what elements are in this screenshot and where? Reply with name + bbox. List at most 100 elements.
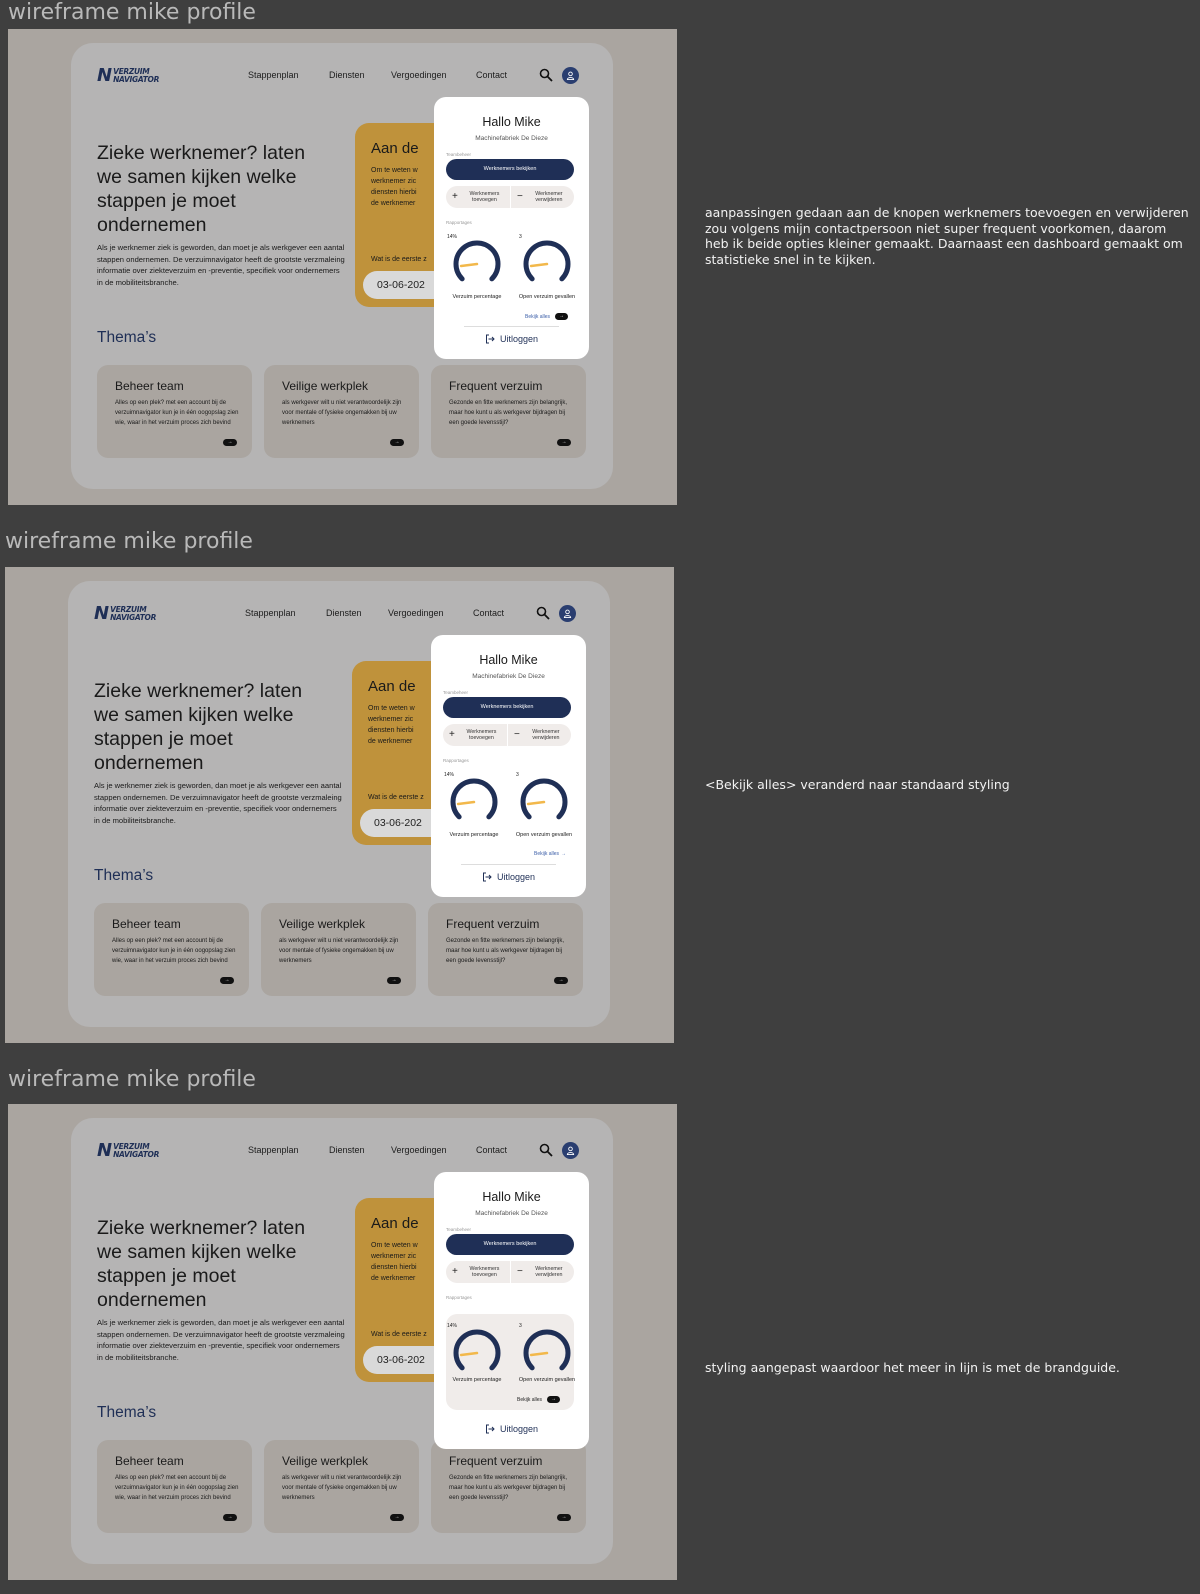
- view-employees-button[interactable]: Werknemers bekijken: [446, 1234, 574, 1255]
- logo[interactable]: N VERZUIM NAVIGATOR: [97, 67, 159, 85]
- theme-card-beheer-team[interactable]: Beheer team Alles op een plek? met een a…: [97, 1440, 252, 1533]
- logout-label: Uitloggen: [496, 872, 536, 882]
- logout-button[interactable]: Uitloggen: [434, 1424, 589, 1434]
- theme-card-beheer-team[interactable]: Beheer team Alles op een plek? met een a…: [94, 903, 249, 996]
- theme-card-frequent-verzuim[interactable]: Frequent verzuim Gezonde en fitte werkne…: [428, 903, 583, 996]
- nav-item-stappenplan[interactable]: Stappenplan: [248, 1145, 299, 1155]
- arrow-right-icon[interactable]: →: [220, 977, 234, 984]
- hero-title: Zieke werknemer? laten we samen kijken w…: [97, 142, 306, 236]
- theme-card-frequent-verzuim[interactable]: Frequent verzuim Gezonde en fitte werkne…: [431, 365, 586, 458]
- section-label-reports: Rapportages: [446, 220, 472, 225]
- nav-item-diensten[interactable]: Diensten: [326, 608, 362, 618]
- arrow-right-icon[interactable]: →: [557, 439, 571, 446]
- remove-employee-button[interactable]: − Werknemer verwijderen: [510, 186, 574, 208]
- search-icon[interactable]: [539, 1143, 553, 1157]
- view-employees-button[interactable]: Werknemers bekijken: [446, 159, 574, 180]
- gauge-label-open-cases: Open verzuim gevallen: [518, 1377, 576, 1383]
- logo[interactable]: N VERZUIM NAVIGATOR: [94, 605, 156, 623]
- arrow-right-icon[interactable]: →: [223, 439, 237, 446]
- nav-item-stappenplan[interactable]: Stappenplan: [245, 608, 296, 618]
- theme-card-title: Frequent verzuim: [446, 917, 540, 931]
- theme-card-veilige-werkplek[interactable]: Veilige werkplek als werkgever wilt u ni…: [264, 365, 419, 458]
- logout-button[interactable]: Uitloggen: [434, 334, 589, 344]
- user-icon: [566, 71, 575, 80]
- theme-card-title: Veilige werkplek: [282, 1454, 369, 1468]
- user-icon: [566, 1146, 575, 1155]
- theme-card-text: als werkgever wilt u niet verantwoordeli…: [279, 938, 399, 965]
- arrow-right-icon[interactable]: →: [390, 1514, 404, 1521]
- hero-text: Als je werknemer ziek is geworden, dan m…: [97, 1318, 345, 1362]
- gauge-needle: [459, 262, 479, 268]
- profile-popup: Hallo Mike Machinefabriek De Dieze Teamb…: [434, 1172, 589, 1449]
- theme-card-beheer-team[interactable]: Beheer team Alles op een plek? met een a…: [97, 365, 252, 458]
- website-mockup: N VERZUIM NAVIGATOR Stappenplan Diensten …: [68, 581, 610, 1027]
- remove-employee-button[interactable]: − Werknemer verwijderen: [510, 1261, 574, 1283]
- nav-item-contact[interactable]: Contact: [476, 1145, 507, 1155]
- user-avatar-button[interactable]: [559, 605, 576, 622]
- frame-title: wireframe mike profile: [8, 0, 256, 25]
- theme-card-text: Gezonde en fitte werknemers zijn belangr…: [449, 1475, 568, 1502]
- themes-title: Thema’s: [94, 867, 154, 884]
- arrow-right-icon[interactable]: →: [223, 1514, 237, 1521]
- hero-text: Als je werknemer ziek is geworden, dan m…: [97, 243, 345, 287]
- gauge-needle: [529, 1351, 549, 1357]
- gauge-needle: [526, 800, 546, 806]
- gauge-label-percentage: Verzuim percentage: [449, 832, 499, 838]
- popup-company: Machinefabriek De Dieze: [475, 1210, 548, 1217]
- theme-card-title: Frequent verzuim: [449, 379, 543, 393]
- nav-item-vergoedingen[interactable]: Vergoedingen: [391, 70, 447, 80]
- website-mockup: N VERZUIM NAVIGATOR Stappenplan Diensten …: [71, 43, 613, 489]
- theme-card-text: Gezonde en fitte werknemers zijn belangr…: [449, 400, 568, 427]
- gauge-arc: [523, 240, 571, 282]
- stats-dashboard: 14% Verzuim percentage 3 Open verzuim ge…: [446, 1314, 576, 1410]
- theme-card-veilige-werkplek[interactable]: Veilige werkplek als werkgever wilt u ni…: [261, 903, 416, 996]
- nav-item-contact[interactable]: Contact: [473, 608, 504, 618]
- section-label-team: Teambeheer: [446, 1227, 472, 1232]
- see-all-link[interactable]: Bekijk alles →: [517, 1396, 561, 1403]
- arrow-right-icon[interactable]: →: [387, 977, 401, 984]
- theme-card-text: Alles op een plek? met een account bij d…: [112, 938, 236, 965]
- user-avatar-button[interactable]: [562, 1142, 579, 1159]
- logout-icon: [485, 334, 495, 344]
- logo[interactable]: N VERZUIM NAVIGATOR: [97, 1142, 159, 1160]
- hero-title: Zieke werknemer? laten we samen kijken w…: [94, 680, 303, 774]
- add-employees-button[interactable]: + Werknemers toevoegen: [443, 724, 507, 746]
- open-cases-gauge: [523, 1329, 571, 1371]
- steps-card-title: Aan de: [371, 140, 419, 157]
- nav-item-vergoedingen[interactable]: Vergoedingen: [391, 1145, 447, 1155]
- user-avatar-button[interactable]: [562, 67, 579, 84]
- frame-title: wireframe mike profile: [5, 529, 253, 554]
- see-all-link[interactable]: Bekijk alles →: [525, 313, 569, 320]
- nav-item-contact[interactable]: Contact: [476, 70, 507, 80]
- nav-item-vergoedingen[interactable]: Vergoedingen: [388, 608, 444, 618]
- logo-line2: NAVIGATOR: [110, 613, 157, 622]
- search-icon[interactable]: [536, 606, 550, 620]
- nav-item-diensten[interactable]: Diensten: [329, 1145, 365, 1155]
- nav-item-stappenplan[interactable]: Stappenplan: [248, 70, 299, 80]
- theme-card-frequent-verzuim[interactable]: Frequent verzuim Gezonde en fitte werkne…: [431, 1440, 586, 1533]
- theme-card-title: Beheer team: [112, 917, 181, 931]
- theme-card-veilige-werkplek[interactable]: Veilige werkplek als werkgever wilt u ni…: [264, 1440, 419, 1533]
- remove-employee-button[interactable]: − Werknemer verwijderen: [507, 724, 571, 746]
- logo-n-icon: N: [97, 65, 113, 86]
- nav-item-diensten[interactable]: Diensten: [329, 70, 365, 80]
- open-cases-gauge: [523, 240, 571, 282]
- popup-greeting: Hallo Mike: [482, 115, 541, 129]
- add-employees-button[interactable]: + Werknemers toevoegen: [446, 1261, 510, 1283]
- themes-title: Thema’s: [97, 329, 157, 346]
- arrow-right-icon[interactable]: →: [554, 977, 568, 984]
- gauge-label-open-cases: Open verzuim gevallen: [518, 294, 576, 300]
- logout-button[interactable]: Uitloggen: [431, 872, 586, 882]
- search-icon[interactable]: [539, 68, 553, 82]
- section-label-reports: Rapportages: [446, 1295, 472, 1300]
- section-label-reports: Rapportages: [443, 758, 469, 763]
- see-all-link[interactable]: Bekijk alles →: [534, 851, 566, 857]
- arrow-right-icon[interactable]: →: [557, 1514, 571, 1521]
- arrow-right-icon[interactable]: →: [390, 439, 404, 446]
- gauge-needle: [529, 262, 549, 268]
- add-employees-button[interactable]: + Werknemers toevoegen: [446, 186, 510, 208]
- theme-card-text: Alles op een plek? met een account bij d…: [115, 400, 239, 427]
- gauge-arc: [450, 778, 498, 820]
- wireframe-frame: N VERZUIM NAVIGATOR Stappenplan Diensten …: [8, 1104, 677, 1580]
- view-employees-button[interactable]: Werknemers bekijken: [443, 697, 571, 718]
